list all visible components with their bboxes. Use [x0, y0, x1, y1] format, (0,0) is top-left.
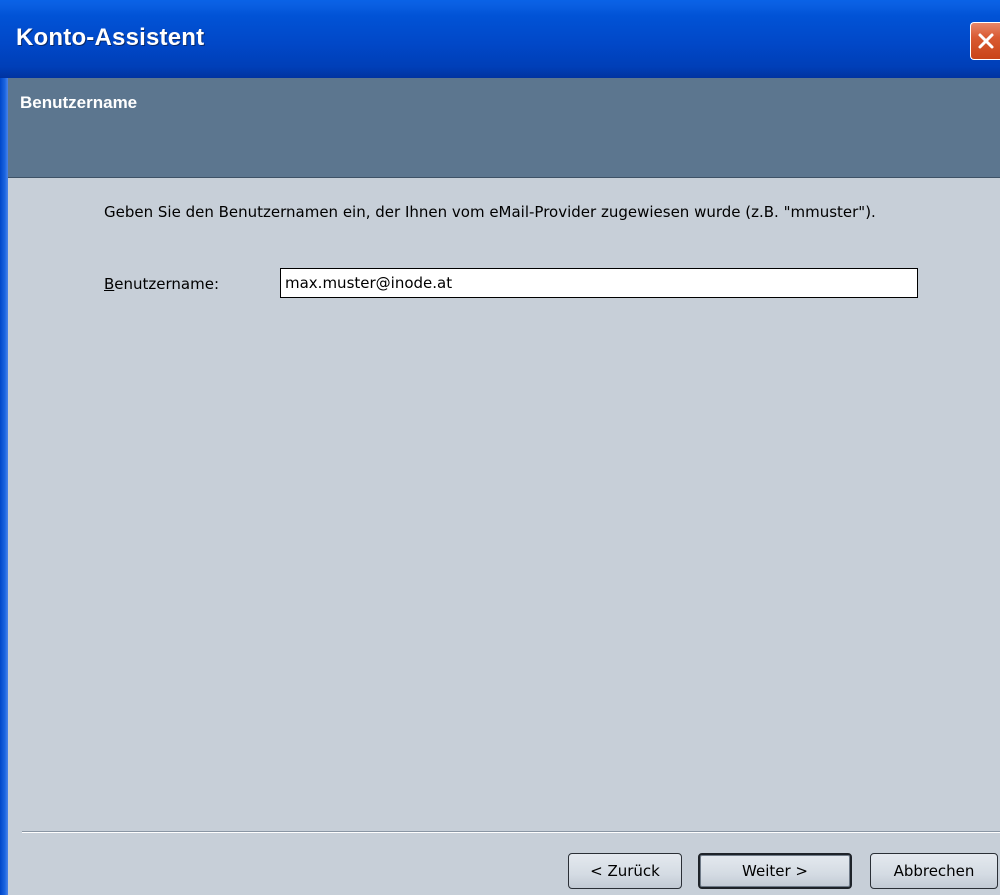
username-label-text: enutzername:: [114, 275, 220, 293]
close-icon: [975, 30, 997, 52]
page-heading: Benutzername: [20, 93, 138, 112]
wizard-header: Benutzername: [8, 78, 1000, 177]
back-button[interactable]: < Zurück: [568, 853, 682, 889]
username-label: Benutzername:: [104, 275, 219, 293]
window-title: Konto-Assistent: [16, 24, 205, 51]
window-frame-left: [0, 78, 8, 895]
next-button[interactable]: Weiter >: [698, 853, 852, 889]
wizard-body: Geben Sie den Benutzernamen ein, der Ihn…: [8, 178, 1000, 895]
username-input[interactable]: [280, 268, 918, 298]
close-button[interactable]: [970, 22, 1000, 60]
footer-divider: [22, 831, 1000, 833]
cancel-button[interactable]: Abbrechen: [870, 853, 998, 889]
instruction-text: Geben Sie den Benutzernamen ein, der Ihn…: [104, 203, 876, 221]
wizard-window: Konto-Assistent Benutzername Geben Sie d…: [0, 0, 1000, 895]
title-bar[interactable]: Konto-Assistent: [0, 0, 1000, 78]
username-label-accelerator: B: [104, 275, 115, 293]
